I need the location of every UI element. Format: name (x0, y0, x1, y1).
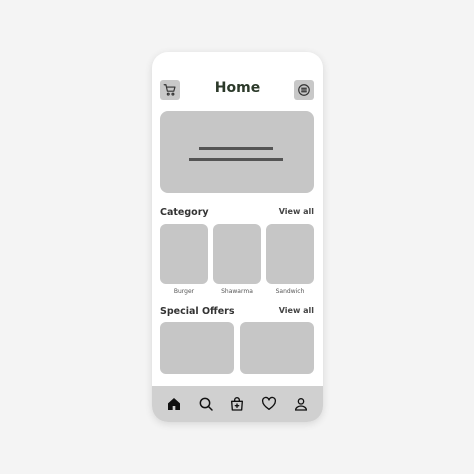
offer-card[interactable] (160, 322, 234, 374)
banner-line (199, 147, 273, 150)
heart-icon (262, 396, 277, 410)
category-card-shawarma[interactable] (213, 224, 261, 284)
special-offers-view-all-link[interactable]: View all (279, 306, 314, 315)
bottom-nav (152, 386, 323, 422)
nav-bag[interactable] (226, 393, 248, 415)
category-label-shawarma: Shawarma (221, 288, 253, 295)
category-view-all-link[interactable]: View all (279, 207, 314, 216)
offer-card[interactable] (240, 322, 314, 374)
home-icon (167, 398, 180, 410)
menu-icon (298, 84, 310, 96)
nav-profile[interactable] (290, 393, 312, 415)
menu-button[interactable] (294, 80, 314, 100)
nav-favorites[interactable] (258, 393, 280, 415)
promo-banner[interactable] (160, 111, 314, 193)
category-label-sandwich: Sandwich (275, 288, 305, 295)
nav-search[interactable] (195, 393, 217, 415)
user-icon (295, 398, 308, 411)
category-card-sandwich[interactable] (266, 224, 314, 284)
nav-home[interactable] (163, 393, 185, 415)
special-offers-title: Special Offers (160, 306, 235, 317)
banner-line (189, 158, 283, 161)
category-label-burger: Burger (173, 288, 195, 295)
search-icon (199, 397, 213, 411)
category-card-burger[interactable] (160, 224, 208, 284)
bag-icon (231, 397, 244, 411)
category-title: Category (160, 207, 209, 218)
phone-screen: Home Category View all Burger Shawarma S… (152, 52, 323, 422)
